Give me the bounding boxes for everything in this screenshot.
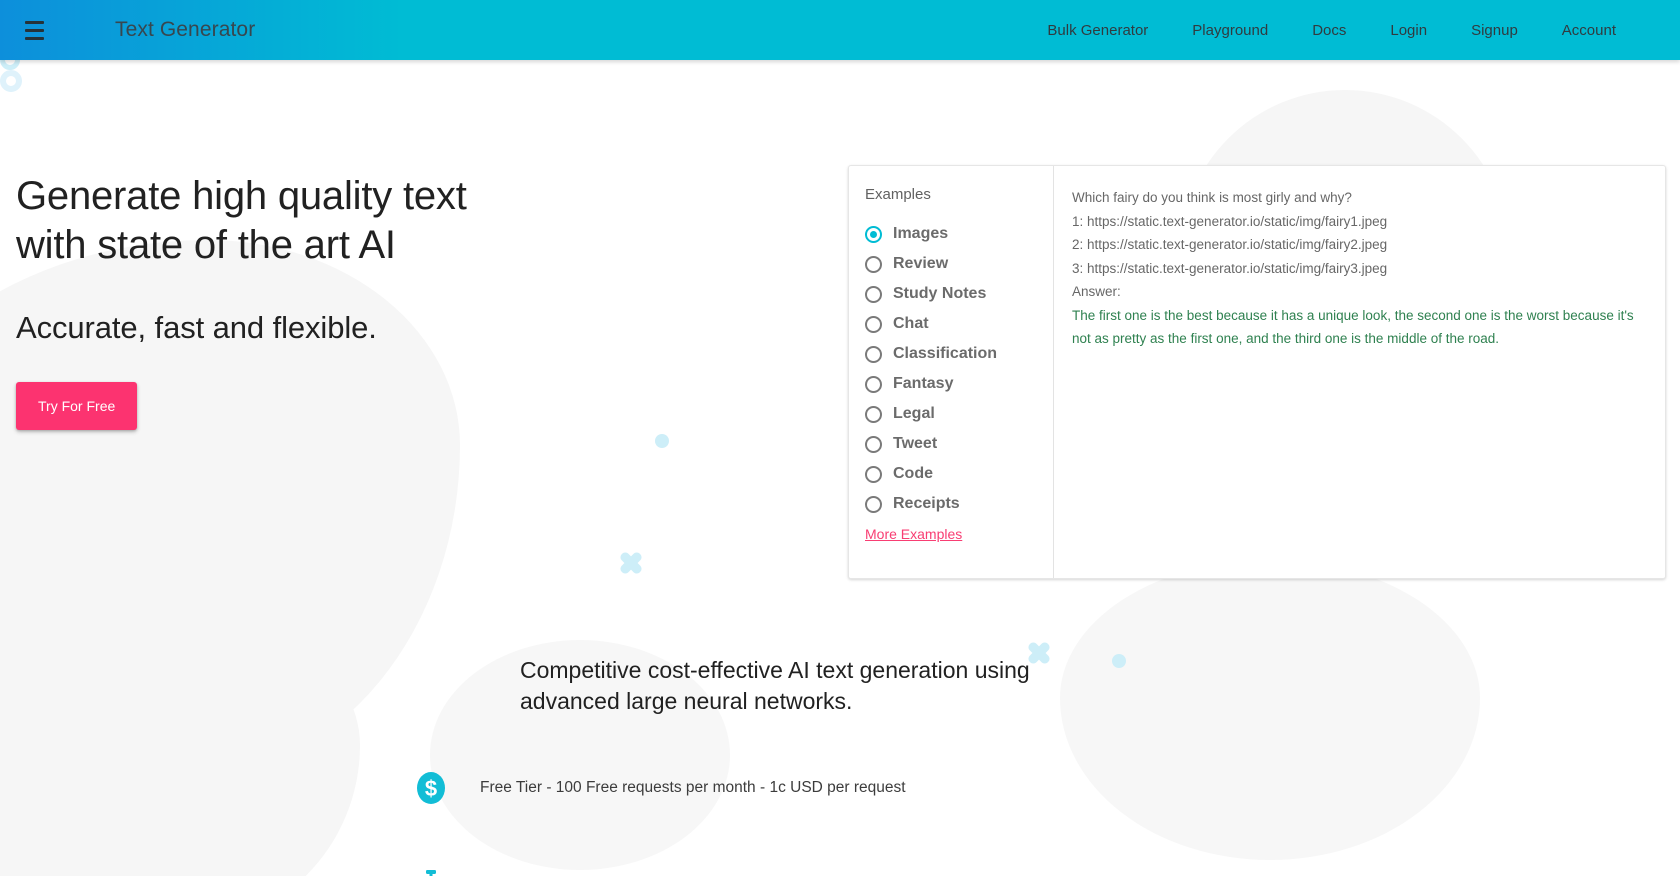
hero-section: Generate high quality text with state of… (0, 60, 700, 430)
example-option-label: Tweet (893, 435, 938, 452)
radio-icon (865, 495, 882, 513)
example-option-label: Legal (893, 405, 935, 422)
example-option-label: Study Notes (893, 285, 987, 302)
page-title: Generate high quality text with state of… (16, 174, 467, 267)
menu-bar-3 (24, 36, 44, 40)
example-option-label: Chat (893, 315, 929, 332)
example-option-code[interactable]: Code (865, 459, 1053, 489)
hero-subtitle: Accurate, fast and flexible. (16, 309, 377, 345)
blue-cross-icon (618, 550, 644, 576)
example-option-tweet[interactable]: Tweet (865, 429, 1053, 459)
page-root: Text Generator Bulk Generator Playground… (0, 0, 1680, 876)
examples-card: Examples Images Review Study Notes Chat … (848, 165, 1666, 579)
blue-dot-icon (655, 434, 669, 448)
app-header: Text Generator Bulk Generator Playground… (0, 0, 1680, 60)
features-heading: Competitive cost-effective AI text gener… (520, 657, 1030, 714)
examples-options-panel: Examples Images Review Study Notes Chat … (849, 166, 1054, 578)
example-option-label: Review (893, 255, 949, 272)
radio-icon (865, 345, 882, 363)
preview-answer-label: Answer: (1072, 284, 1121, 299)
preview-prompt-line: 1: https://static.text-generator.io/stat… (1072, 213, 1388, 229)
feature-text: Free Tier - 100 Free requests per month … (480, 779, 906, 797)
preview-prompt-line: Which fairy do you think is most girly a… (1072, 190, 1352, 205)
radio-icon (865, 435, 882, 453)
examples-panel-label: Examples (865, 186, 931, 203)
radio-icon (865, 375, 882, 393)
example-option-chat[interactable]: Chat (865, 309, 1053, 339)
radio-icon (865, 255, 882, 273)
example-option-receipts[interactable]: Receipts (865, 489, 1053, 519)
example-option-fantasy[interactable]: Fantasy (865, 369, 1053, 399)
example-option-label: Receipts (893, 495, 960, 512)
example-preview-panel: Which fairy do you think is most girly a… (1054, 166, 1665, 578)
nav-link-playground[interactable]: Playground (1170, 22, 1290, 39)
primary-navigation: Bulk Generator Playground Docs Login Sig… (1025, 22, 1638, 39)
nav-link-account[interactable]: Account (1540, 22, 1638, 39)
menu-bar-2 (24, 28, 44, 32)
example-option-legal[interactable]: Legal (865, 399, 1053, 429)
radio-icon (865, 225, 882, 243)
preview-answer-text: The first one is the best because it has… (1072, 307, 1634, 347)
example-option-review[interactable]: Review (865, 249, 1053, 279)
nav-link-docs[interactable]: Docs (1290, 22, 1368, 39)
example-option-label: Code (893, 465, 933, 482)
example-option-images[interactable]: Images (865, 219, 1053, 249)
more-examples-link[interactable]: More Examples (865, 526, 962, 542)
nav-link-login[interactable]: Login (1368, 22, 1449, 39)
radio-icon (865, 285, 882, 303)
menu-bar-1 (24, 20, 44, 24)
nav-link-bulk-generator[interactable]: Bulk Generator (1025, 22, 1170, 39)
example-option-label: Images (893, 225, 949, 242)
dollar-circle-icon: $ (414, 771, 448, 805)
example-option-study-notes[interactable]: Study Notes (865, 279, 1053, 309)
feature-item-fast-api: Fast API Endpoints - sub-second average … (414, 870, 1680, 876)
preview-prompt-line: 3: https://static.text-generator.io/stat… (1072, 260, 1388, 276)
preview-prompt-line: 2: https://static.text-generator.io/stat… (1072, 237, 1388, 252)
radio-icon (865, 405, 882, 423)
radio-icon (865, 465, 882, 483)
features-section: Competitive cost-effective AI text gener… (0, 655, 1680, 876)
stopwatch-icon (414, 870, 448, 876)
example-option-label: Classification (893, 345, 998, 362)
example-option-classification[interactable]: Classification (865, 339, 1053, 369)
try-for-free-button[interactable]: Try For Free (16, 381, 138, 430)
radio-icon (865, 315, 882, 333)
feature-item-free-tier: $ Free Tier - 100 Free requests per mont… (414, 771, 1680, 805)
brand-title: Text Generator (115, 18, 256, 41)
hamburger-menu-icon[interactable] (15, 11, 53, 49)
svg-text:$: $ (425, 776, 437, 801)
example-option-label: Fantasy (893, 375, 954, 392)
nav-link-signup[interactable]: Signup (1449, 22, 1540, 39)
